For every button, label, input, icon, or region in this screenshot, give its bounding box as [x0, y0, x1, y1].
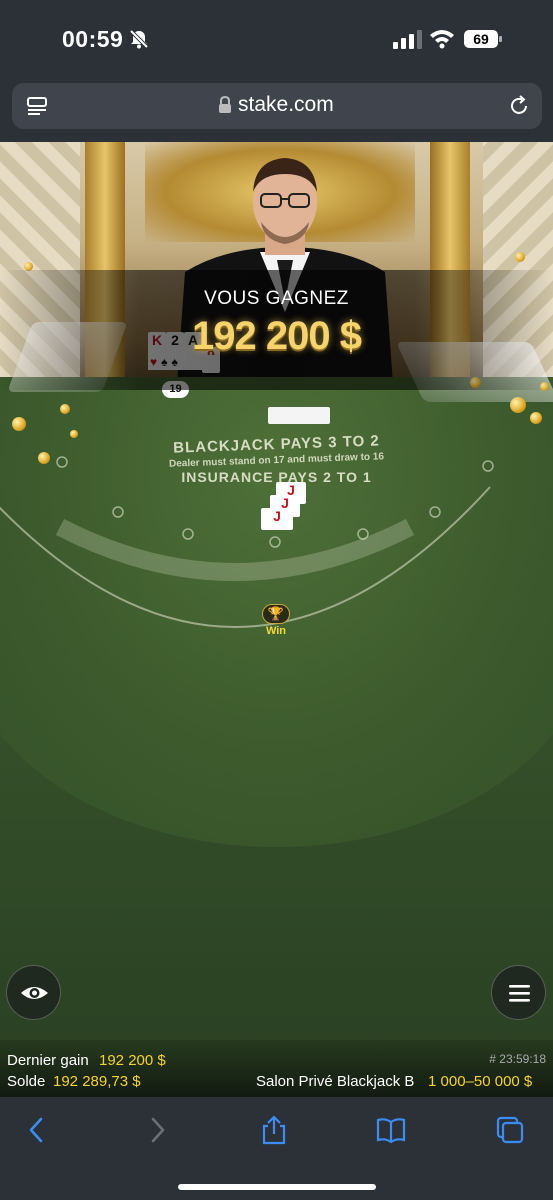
eye-icon — [21, 987, 48, 999]
result-badge: 🏆 — [262, 604, 292, 626]
bell-slash-icon — [129, 29, 149, 49]
table-limits: 1 000–50 000 $ — [428, 1073, 533, 1090]
view-toggle-button[interactable] — [6, 965, 61, 1020]
betting-spots — [56, 456, 494, 548]
game-menu-button[interactable] — [491, 965, 546, 1020]
balance-value: 192 289,73 $ — [53, 1073, 141, 1090]
result-label: Win — [265, 625, 287, 637]
tabs-overview-icon[interactable] — [495, 1115, 525, 1145]
home-indicator — [178, 1184, 376, 1190]
table-dealer-cards — [268, 407, 330, 424]
gold-coin — [510, 397, 526, 413]
browser-toolbar — [0, 1097, 553, 1200]
address-bar[interactable]: stake.com — [12, 83, 542, 129]
round-id: # 23:59:18 — [489, 1052, 546, 1066]
trophy-icon: 🏆 — [262, 604, 290, 624]
balance-label: Solde — [7, 1073, 46, 1090]
gold-coin — [70, 430, 78, 438]
gold-coin — [60, 404, 70, 414]
clock: 00:59 — [62, 26, 124, 52]
last-win-label: Dernier gain — [7, 1052, 89, 1069]
win-amount: 192 200 $ — [192, 314, 362, 358]
back-icon[interactable] — [22, 1115, 52, 1145]
gold-coin — [530, 412, 542, 424]
last-win-value: 192 200 $ — [99, 1052, 166, 1069]
battery-level: 69 — [473, 31, 489, 47]
wifi-icon — [430, 30, 454, 49]
share-icon[interactable] — [259, 1115, 289, 1145]
status-bar: 00:59 69 — [0, 0, 553, 76]
game-info-bar: Dernier gain 192 200 $ Solde 192 289,73 … — [0, 1040, 553, 1097]
table-name: Salon Privé Blackjack B — [256, 1073, 415, 1090]
browser-address-area: stake.com — [0, 76, 553, 142]
gold-coin — [12, 417, 26, 431]
battery-icon: 69 — [463, 28, 503, 50]
hamburger-icon — [509, 985, 530, 1002]
gold-coin — [515, 252, 525, 262]
win-title: VOUS GAGNEZ — [204, 288, 349, 309]
reload-icon[interactable] — [507, 94, 531, 118]
gold-coin — [38, 452, 50, 464]
url-text: stake.com — [238, 93, 334, 116]
tabs-icon[interactable] — [26, 95, 48, 117]
lock-icon — [219, 96, 231, 113]
live-game-stream[interactable]: K 2 A 9 ♥♠♠ 19 BLACKJACK PAYS 3 TO 2 Dea… — [0, 142, 553, 1097]
bookmarks-icon[interactable] — [376, 1115, 406, 1145]
signal-icon — [393, 30, 422, 49]
forward-icon[interactable] — [142, 1115, 172, 1145]
